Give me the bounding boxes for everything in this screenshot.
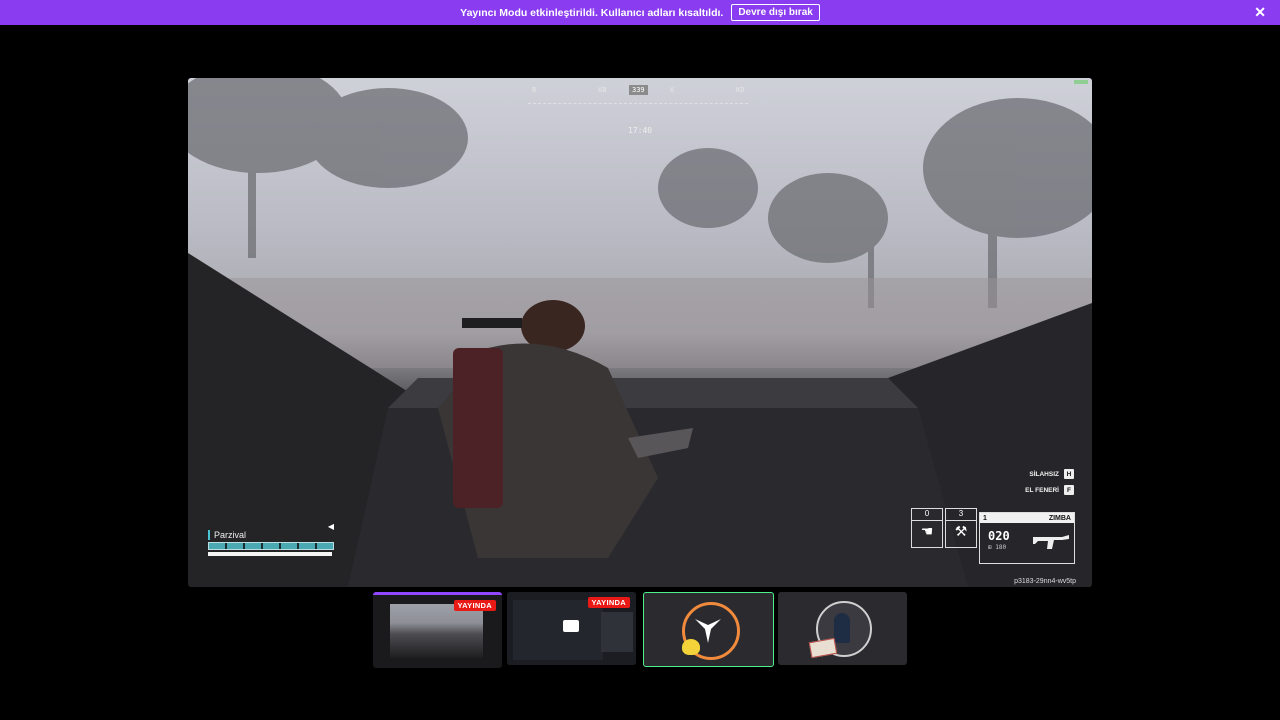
live-badge: YAYINDA xyxy=(587,597,630,608)
screen-share-icon xyxy=(563,620,579,632)
close-icon[interactable]: ✕ xyxy=(1254,5,1266,19)
weapon-slot: 1 xyxy=(983,514,987,522)
pickaxe-icon: ⚒ xyxy=(954,523,968,539)
compass-heading: 339 xyxy=(629,85,648,95)
speaker-icon: ◀ xyxy=(327,522,334,531)
rifle-icon xyxy=(1033,535,1069,549)
compass-marker: B xyxy=(532,86,537,94)
unarmed-prompt: SİLAHSIZ H xyxy=(1029,469,1074,479)
ammo-reserve: ⊞ 180 xyxy=(988,544,1007,551)
stream-thumbnail-screen[interactable]: YAYINDA xyxy=(507,592,636,665)
key-hint: H xyxy=(1064,469,1074,479)
compass-marker: KD xyxy=(736,86,745,94)
player-status: Parzival ◀ xyxy=(208,522,334,556)
streamer-mode-banner: Yayıncı Modu etkinleştirildi. Kullanıcı … xyxy=(0,0,1280,25)
participant-tile[interactable] xyxy=(778,592,907,665)
duck-sticker-icon xyxy=(682,639,700,655)
health-bar xyxy=(208,542,334,550)
live-badge: YAYINDA xyxy=(453,600,496,611)
weapon-name: ZIMBA xyxy=(1048,514,1071,522)
compass-ticks xyxy=(528,99,748,104)
game-clock: 17:40 xyxy=(628,126,653,135)
compass-marker: K xyxy=(670,86,675,94)
thumbnail-preview xyxy=(390,604,483,658)
slot-count: 3 xyxy=(946,509,976,521)
stream-thumbnail-game[interactable]: YAYINDA xyxy=(373,592,502,668)
signal-icon xyxy=(1074,80,1088,84)
prompt-label: SİLAHSIZ xyxy=(1029,470,1059,478)
stamina-bar xyxy=(208,552,332,556)
compass-hud: B KB 339 K KD xyxy=(528,85,758,116)
slot-count: 0 xyxy=(912,509,942,521)
flashlight-prompt: EL FENERİ F xyxy=(1025,485,1074,495)
inventory-slot: 0 ☚ xyxy=(911,508,943,548)
disable-streamer-mode-button[interactable]: Devre dışı bırak xyxy=(731,4,820,21)
compass-marker: KB xyxy=(598,86,607,94)
weapon-panel: 1 ZIMBA 020 ⊞ 180 xyxy=(979,512,1075,564)
ammo-count: 020 xyxy=(988,529,1010,543)
hand-icon: ☚ xyxy=(920,523,934,539)
prompt-label: EL FENERİ xyxy=(1025,486,1059,494)
player-name: Parzival xyxy=(208,530,334,540)
reserve-count: 180 xyxy=(995,544,1007,551)
inventory-slot: 3 ⚒ xyxy=(945,508,977,548)
participant-tile[interactable] xyxy=(643,592,774,667)
banner-message: Yayıncı Modu etkinleştirildi. Kullanıcı … xyxy=(460,6,724,19)
session-id: p3183-29nn4-wv5tp xyxy=(1014,578,1076,585)
key-hint: F xyxy=(1064,485,1074,495)
stream-video[interactable]: B KB 339 K KD 17:40 Parzival ◀ SİLAHSIZ … xyxy=(188,78,1092,587)
